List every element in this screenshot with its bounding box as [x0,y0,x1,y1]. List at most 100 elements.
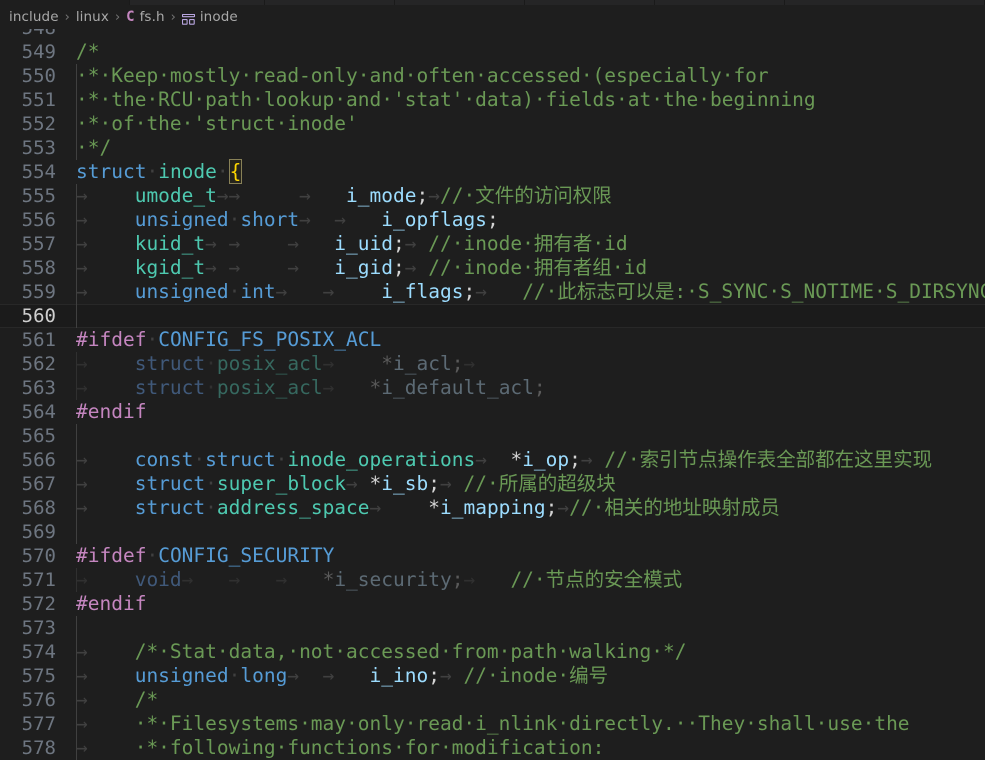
indent-guide [76,304,77,328]
line-number: 556 [21,209,56,231]
line-number: 559 [21,281,56,303]
code-line[interactable]: 573 [0,616,985,640]
code-line[interactable]: 564 #endif [0,400,985,424]
code-line[interactable]: 552 ·*·of·the·'struct·inode' [0,112,985,136]
code-line[interactable]: 571 → void→ → → *i_security;→ //·节点的安全模式 [0,568,985,592]
code-line-partial[interactable]: 548 [0,29,985,40]
token-ws: → [475,448,511,471]
token-cmt: //·此标志可以是:·S_SYNC·S_NOTIME·S_DIRSYNC·等 [522,280,985,303]
code-text[interactable]: ·*·of·the·'struct·inode' [76,112,985,136]
code-text[interactable]: → struct·posix_acl→ *i_default_acl; [76,376,985,400]
code-line[interactable]: 576 → /* [0,688,985,712]
breadcrumb-item-include[interactable]: include [9,9,59,25]
code-text[interactable]: → unsigned·int→ → i_flags;→ //·此标志可以是:·S… [76,280,985,304]
code-line[interactable]: 550 ·*·Keep·mostly·read-only·and·often·ac… [0,64,985,88]
code-text[interactable]: #ifdef·CONFIG_SECURITY [76,544,985,568]
code-line[interactable]: 578 → ·*·following·functions·for·modifica… [0,736,985,760]
c-file-icon: C [126,9,135,25]
token-ws: → [463,352,476,375]
token-ppid: CONFIG_SECURITY [158,544,335,567]
code-text[interactable]: → const·struct·inode_operations→ *i_op;→… [76,448,985,472]
code-text[interactable]: → struct·super_block→ *i_sb;→ //·所属的超级块 [76,472,985,496]
token-cmt: //·相关的地址映射成员 [569,496,780,519]
code-text[interactable] [76,520,985,544]
breadcrumb-item-fs-h[interactable]: Cfs.h [126,9,164,25]
code-line[interactable]: 554 struct·inode·{ [0,159,985,184]
token-typ: posix_acl [216,376,323,399]
editor-viewport[interactable]: 548549 /* 550 ·*·Keep·mostly·read-only·and·… [0,29,985,760]
code-text[interactable]: ·*·Keep·mostly·read-only·and·often·acces… [76,64,985,88]
code-text[interactable]: #endif [76,592,985,616]
code-line[interactable]: 558 → kgid_t→ → → i_gid;→ //·inode·拥有者组·i… [0,256,985,280]
token-ws: → [76,280,135,303]
code-line[interactable]: 575 → unsigned·long→ → i_ino;→ //·inode·编… [0,664,985,688]
token-var: i_default_acl [381,376,534,399]
breadcrumb[interactable]: include › linux › Cfs.h › inode [0,5,985,29]
token-ws: → [475,280,523,303]
code-text[interactable]: → unsigned·short→ → i_opflags; [76,208,985,232]
struct-symbol-icon [181,13,195,25]
token-pun: ; [393,232,405,255]
token-kw: unsigned [134,664,229,687]
code-text[interactable]: → /*·Stat·data,·not·accessed·from·path·w… [76,640,985,664]
code-text[interactable]: → ·*·following·functions·for·modificatio… [76,736,985,760]
code-text[interactable]: → void→ → → *i_security;→ //·节点的安全模式 [76,568,985,592]
code-line[interactable]: 577 → ·*·Filesystems·may·only·read·i_nlin… [0,712,985,736]
code-line[interactable]: 574 → /*·Stat·data,·not·accessed·from·pat… [0,640,985,664]
code-text[interactable]: #ifdef·CONFIG_FS_POSIX_ACL [76,328,985,352]
token-typ: kgid_t [134,256,206,279]
code-line[interactable]: 556 → unsigned·short→ → i_opflags; [0,208,985,232]
token-cmt: //·索引节点操作表全部都在这里实现 [604,448,933,471]
line-number: 570 [21,545,56,567]
breadcrumb-item-inode[interactable]: inode [181,9,238,25]
code-text[interactable]: → struct·posix_acl→ *i_acl;→ [76,352,985,376]
code-line[interactable]: 551 ·*·the·RCU·path·lookup·and·'stat'·dat… [0,88,985,112]
code-text[interactable]: → umode_t→→ → i_mode;→//·文件的访问权限 [76,184,985,208]
token-ws: → → [287,664,370,687]
code-text[interactable] [76,616,985,640]
line-number: 576 [21,689,56,711]
code-line[interactable]: 559 → unsigned·int→ → i_flags;→ //·此标志可以是… [0,280,985,304]
code-text[interactable]: #endif [76,400,985,424]
code-line[interactable]: 566 → const·struct·inode_operations→ *i_o… [0,448,985,472]
code-line[interactable]: 562 → struct·posix_acl→ *i_acl;→ [0,352,985,376]
indent-guide [76,88,77,112]
code-text[interactable]: → ·*·Filesystems·may·only·read·i_nlink·d… [76,712,985,736]
token-ws: · [193,448,206,471]
token-ws: → [428,184,440,207]
code-text[interactable] [76,424,985,448]
code-line[interactable]: 561 #ifdef·CONFIG_FS_POSIX_ACL [0,328,985,352]
code-line[interactable]: 567 → struct·super_block→ *i_sb;→ //·所属的超… [0,472,985,496]
token-kw: short [240,208,300,231]
code-line[interactable]: 569 [0,520,985,544]
breadcrumb-item-linux[interactable]: linux [76,9,109,25]
code-line[interactable]: 553 ·*/ [0,136,985,160]
code-line-active[interactable]: 560 [0,304,985,328]
code-text[interactable] [76,304,985,328]
token-pun: ; [416,184,429,207]
code-text[interactable]: → kgid_t→ → → i_gid;→ //·inode·拥有者组·id [76,256,985,280]
code-text[interactable]: → struct·address_space→ *i_mapping;→//·相… [76,496,985,520]
code-line[interactable]: 572 #endif [0,592,985,616]
code-line[interactable]: 557 → kuid_t→ → → i_uid;→ //·inode·拥有者·id [0,232,985,256]
token-kw: unsigned [134,208,229,231]
code-text[interactable]: → kuid_t→ → → i_uid;→ //·inode·拥有者·id [76,232,985,256]
code-text[interactable]: /* [76,40,985,64]
code-line[interactable]: 565 [0,424,985,448]
code-line[interactable]: 570 #ifdef·CONFIG_SECURITY [0,544,985,568]
token-ws: → → [299,208,382,231]
code-text[interactable]: ·*/ [76,136,985,160]
token-ws: → [404,232,429,255]
code-line[interactable]: 568 → struct·address_space→ *i_mapping;→/… [0,496,985,520]
code-text[interactable]: struct·inode·{ [76,159,985,184]
token-ws: → [76,448,135,471]
indent-guide [76,472,77,496]
code-text[interactable]: ·*·the·RCU·path·lookup·and·'stat'·data)·… [76,88,985,112]
code-text[interactable]: → unsigned·long→ → i_ino;→ //·inode·编号 [76,664,985,688]
indent-guide [76,208,77,232]
code-line[interactable]: 549 /* [0,40,985,64]
code-line[interactable]: 563 → struct·posix_acl→ *i_default_acl; [0,376,985,400]
code-line[interactable]: 555 → umode_t→→ → i_mode;→//·文件的访问权限 [0,184,985,208]
code-text[interactable] [76,29,985,40]
code-text[interactable]: → /* [76,688,985,712]
